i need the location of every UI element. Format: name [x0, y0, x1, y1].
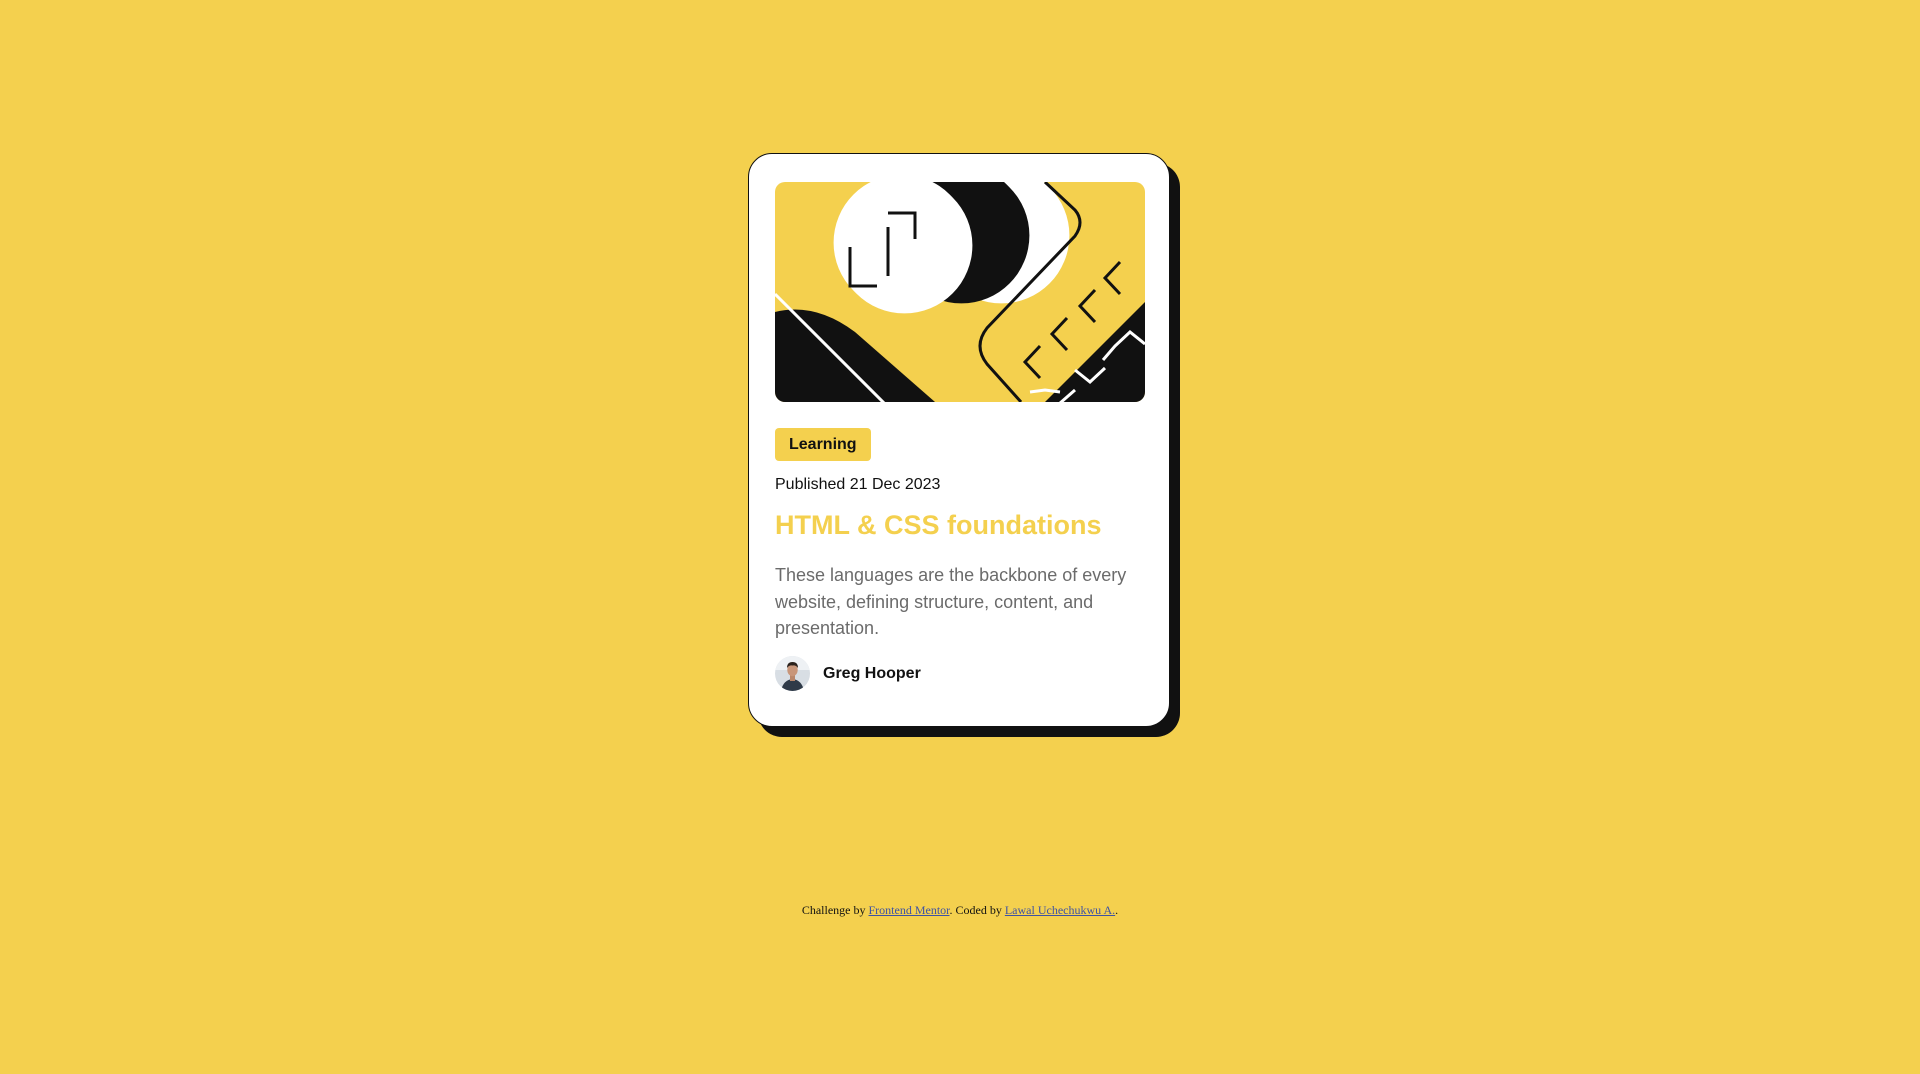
attribution: Challenge by Frontend Mentor. Coded by L…: [0, 903, 1920, 918]
attribution-coded-prefix: . Coded by: [949, 903, 1005, 917]
author: Greg Hooper: [775, 656, 921, 691]
hero-illustration: [775, 182, 1145, 402]
author-profile-link[interactable]: Lawal Uchechukwu A.: [1005, 903, 1115, 917]
card-description: These languages are the backbone of ever…: [775, 565, 1127, 638]
published-date: Published 21 Dec 2023: [775, 476, 941, 493]
author-name: Greg Hooper: [823, 664, 921, 682]
blog-preview-card: Learning Published 21 Dec 2023 HTML & CS…: [748, 153, 1170, 727]
card-title[interactable]: HTML & CSS foundations: [775, 510, 1101, 541]
category-tag: Learning: [775, 428, 871, 461]
frontend-mentor-link[interactable]: Frontend Mentor: [869, 903, 950, 917]
attribution-challenge-prefix: Challenge by: [801, 903, 869, 917]
attribution-suffix: .: [1115, 903, 1119, 917]
author-avatar: [775, 656, 810, 691]
